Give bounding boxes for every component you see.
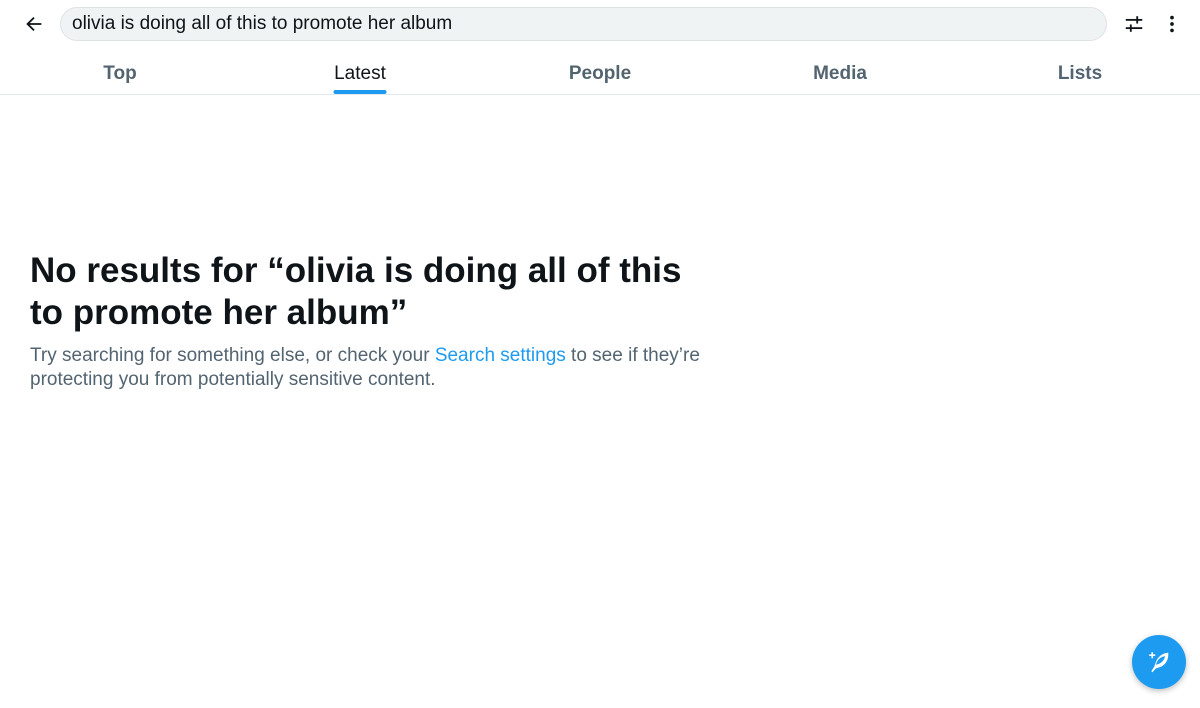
tab-media[interactable]: Media [720,52,960,94]
tab-people-label: People [568,63,632,84]
search-filter-button[interactable] [1118,8,1150,40]
sliders-icon [1125,16,1143,32]
search-input[interactable] [72,8,1106,40]
tab-people[interactable]: People [480,52,720,94]
search-box[interactable] [60,7,1107,41]
tab-lists-label: Lists [1057,63,1103,84]
tab-lists[interactable]: Lists [960,52,1200,94]
compose-button[interactable] [1132,635,1186,689]
empty-state-title: No results for “olivia is doing all of t… [30,251,682,332]
tab-latest[interactable]: Latest [240,52,480,94]
search-settings-link[interactable]: Search settings [435,345,566,366]
search-header [0,0,1200,48]
back-button[interactable] [18,8,50,40]
tab-top[interactable]: Top [0,52,240,94]
empty-state-text-before: Try searching for something else, or che… [30,345,435,366]
tab-media-label: Media [813,63,867,84]
empty-state-message: Try searching for something else, or che… [30,344,710,392]
tab-top-label: Top [103,63,137,84]
more-vertical-icon [1170,15,1174,33]
more-options-button[interactable] [1156,8,1188,40]
tab-latest-label: Latest [334,63,386,84]
search-tabs: Top Latest People Media Lists [0,52,1200,95]
empty-state: No results for “olivia is doing all of t… [30,250,710,392]
search-results-screen: Top Latest People Media Lists No results… [0,0,1200,708]
compose-feather-icon [1149,652,1169,673]
active-tab-indicator [333,90,387,94]
back-arrow-icon [26,16,42,32]
